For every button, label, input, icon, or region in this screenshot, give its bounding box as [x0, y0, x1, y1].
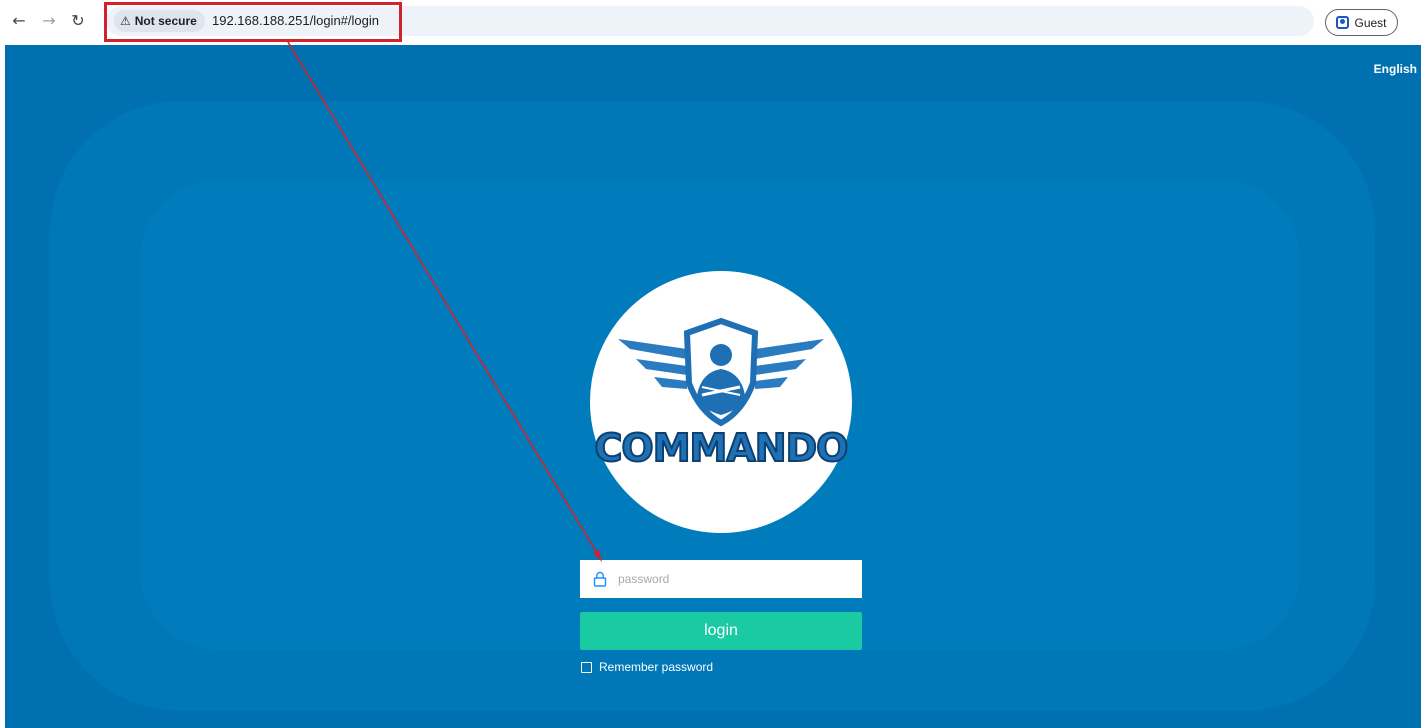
profile-button[interactable]: Guest [1325, 9, 1398, 36]
login-button[interactable]: login [580, 612, 862, 650]
login-page: English COMMANDO login Remember password [5, 45, 1421, 728]
password-input[interactable] [618, 560, 858, 598]
remember-password[interactable]: Remember password [581, 660, 713, 674]
logo-text: COMMANDO [594, 425, 850, 471]
forward-icon[interactable]: → [38, 9, 60, 31]
commando-logo: COMMANDO [590, 271, 852, 533]
reload-icon[interactable]: ↻ [67, 9, 89, 31]
remember-label: Remember password [599, 660, 714, 674]
lock-icon [593, 571, 607, 587]
remember-checkbox[interactable] [581, 661, 592, 673]
commando-emblem-icon [618, 317, 824, 427]
password-field[interactable] [580, 560, 862, 598]
annotation-highlight-box [104, 2, 402, 42]
profile-label: Guest [1354, 15, 1387, 30]
back-icon[interactable]: ← [8, 9, 30, 31]
language-selector[interactable]: English [1374, 62, 1417, 76]
profile-icon [1336, 16, 1350, 29]
browser-toolbar: ← → ↻ ⚠ Not secure 192.168.188.251/login… [0, 0, 1421, 45]
